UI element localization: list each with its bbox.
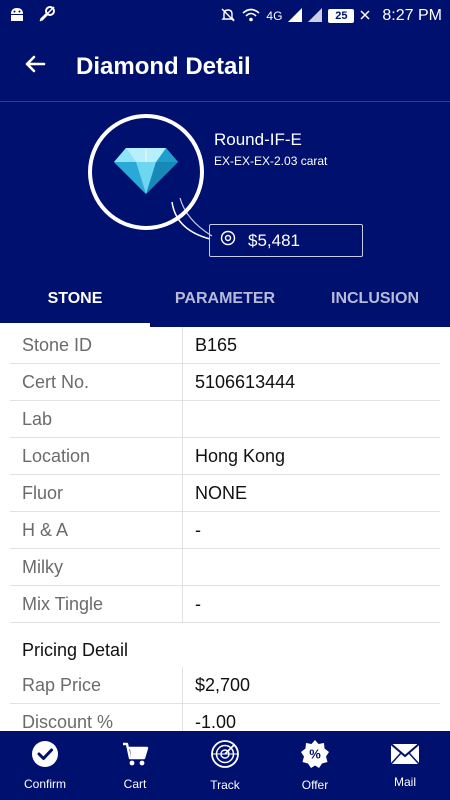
detail-row-mix-tingle: Mix Tingle -: [0, 586, 450, 623]
detail-row-fluor: Fluor NONE: [0, 475, 450, 512]
nav-offer[interactable]: % Offer: [270, 731, 360, 800]
mute-icon: [220, 7, 236, 26]
battery-level: 25: [328, 9, 355, 23]
status-left: [8, 5, 56, 28]
signal-icon-2: [308, 7, 323, 25]
check-circle-icon: [31, 740, 59, 771]
detail-row-discount: Discount % -1.00: [0, 704, 450, 731]
stone-name: Round-IF-E: [214, 130, 302, 149]
tab-parameter[interactable]: PARAMETER: [150, 270, 300, 327]
detail-label: H & A: [22, 520, 69, 540]
bottom-navigation: Confirm Cart Track % Offer Mail: [0, 731, 450, 800]
detail-label: Stone ID: [22, 335, 93, 355]
detail-label: Milky: [22, 557, 63, 577]
page-title: Diamond Detail: [76, 52, 251, 80]
status-time: 8:27 PM: [382, 7, 442, 24]
app-screen: 4G 25 8:27 PM Diamond Detail Round-IF-E …: [0, 0, 450, 800]
detail-row-milky: Milky: [0, 549, 450, 586]
nav-label: Track: [210, 778, 240, 792]
diamond-icon: [112, 144, 180, 201]
status-right: 4G 25 8:27 PM: [220, 7, 442, 26]
stone-details[interactable]: Stone ID B165 Cert No. 5106613444 Lab Lo…: [0, 327, 450, 731]
price-box: $5,481: [209, 224, 363, 257]
detail-label: Cert No.: [22, 372, 90, 392]
tab-stone[interactable]: STONE: [0, 270, 150, 327]
stone-summary: Round-IF-E EX-EX-EX-2.03 carat $5,481: [0, 102, 450, 270]
detail-label: Rap Price: [22, 675, 102, 695]
detail-value: -: [182, 512, 450, 549]
detail-label: Lab: [22, 409, 53, 429]
detail-value: Hong Kong: [182, 438, 450, 475]
arrow-left-icon: [23, 52, 47, 81]
app-header: Diamond Detail: [0, 32, 450, 102]
back-button[interactable]: [0, 32, 70, 102]
nav-mail[interactable]: Mail: [360, 731, 450, 800]
detail-row-location: Location Hong Kong: [0, 438, 450, 475]
svg-text:%: %: [309, 747, 321, 762]
android-icon: [8, 6, 26, 27]
detail-value: -1.00: [182, 704, 450, 731]
detail-tabs: STONE PARAMETER INCLUSION: [0, 270, 450, 327]
nav-label: Offer: [301, 778, 329, 792]
pricing-section-title: Pricing Detail: [22, 640, 129, 660]
detail-label: Discount %: [22, 712, 114, 731]
nav-confirm[interactable]: Confirm: [0, 731, 90, 800]
detail-value: 5106613444: [182, 364, 450, 401]
detail-row-lab: Lab: [0, 401, 450, 438]
nav-cart[interactable]: Cart: [90, 731, 180, 800]
diamond-image: [88, 114, 204, 230]
tab-inclusion[interactable]: INCLUSION: [300, 270, 450, 327]
wrench-icon: [38, 5, 56, 28]
target-icon: [220, 230, 236, 251]
percent-badge-icon: %: [300, 739, 330, 772]
wifi-icon: [242, 8, 260, 25]
detail-value: [182, 401, 450, 438]
detail-row-cert-no: Cert No. 5106613444: [0, 364, 450, 401]
detail-row-rap-price: Rap Price $2,700: [0, 667, 450, 704]
nav-label: Confirm: [23, 777, 66, 791]
nav-label: Mail: [393, 775, 416, 789]
radar-icon: [210, 739, 240, 772]
detail-value: B165: [182, 327, 450, 364]
detail-row-stone-id: Stone ID B165: [0, 327, 450, 364]
detail-row-h-and-a: H & A -: [0, 512, 450, 549]
stone-spec: EX-EX-EX-2.03 carat: [214, 154, 328, 168]
detail-label: Mix Tingle: [22, 594, 104, 614]
signal-icon: [288, 7, 303, 25]
status-bar: 4G 25 8:27 PM: [0, 0, 450, 32]
detail-value: -: [182, 586, 450, 623]
detail-value: $2,700: [182, 667, 450, 704]
cart-icon: [121, 740, 149, 771]
nav-track[interactable]: Track: [180, 731, 270, 800]
network-type: 4G: [266, 9, 283, 23]
detail-label: Location: [22, 446, 91, 466]
mail-icon: [390, 742, 420, 769]
stone-price: $5,481: [248, 230, 300, 250]
detail-value: NONE: [182, 475, 450, 512]
nav-label: Cart: [123, 777, 147, 791]
detail-value: [182, 549, 450, 586]
close-small-icon: [360, 9, 370, 23]
detail-label: Fluor: [22, 483, 64, 503]
